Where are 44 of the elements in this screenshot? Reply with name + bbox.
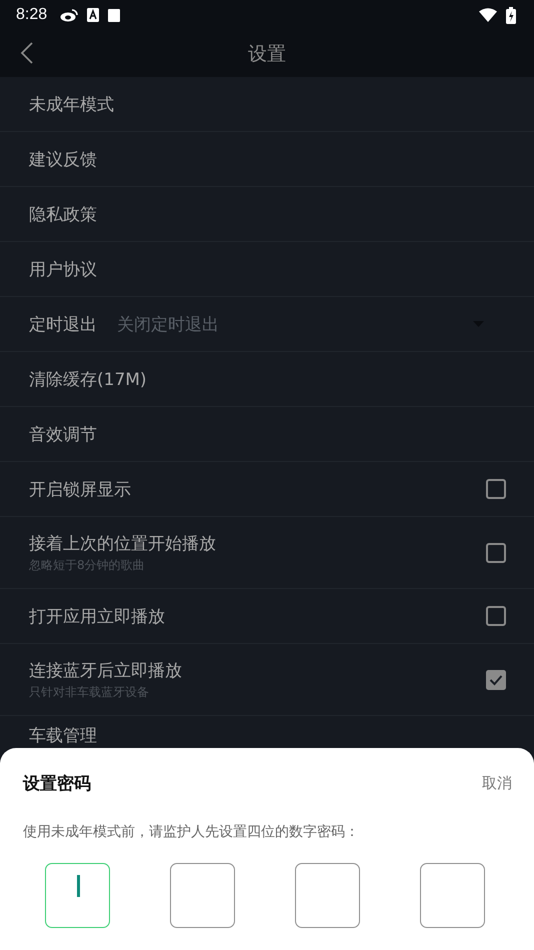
settings-row[interactable]: 清除缓存(17M) [0, 352, 534, 407]
settings-row[interactable]: 建议反馈 [0, 132, 534, 187]
digit-field[interactable] [170, 863, 235, 928]
settings-row[interactable]: 定时退出 关闭定时退出 [0, 297, 534, 352]
row-label: 定时退出 [29, 314, 97, 336]
sheet-title: 设置密码 [23, 773, 91, 795]
row-label: 开启锁屏显示 [29, 478, 131, 500]
row-label: 未成年模式 [29, 94, 114, 116]
row-label: 车载管理 [29, 725, 97, 747]
settings-row[interactable]: 开启锁屏显示 [0, 462, 534, 517]
settings-row[interactable]: 打开应用立即播放 [0, 589, 534, 644]
settings-row[interactable]: 未成年模式 [0, 77, 534, 132]
row-label: 隐私政策 [29, 204, 97, 226]
dropdown-value: 关闭定时退出 [117, 314, 219, 336]
checkbox[interactable] [486, 479, 506, 499]
row-label: 连接蓝牙后立即播放 [29, 660, 182, 682]
digit-field[interactable] [295, 863, 360, 928]
row-label: 清除缓存(17M) [29, 368, 147, 390]
digit-field[interactable] [420, 863, 485, 928]
row-label: 打开应用立即播放 [29, 606, 165, 628]
row-label: 音效调节 [29, 424, 97, 446]
keyboard-letter-icon [87, 8, 100, 22]
settings-row[interactable]: 用户协议 [0, 242, 534, 297]
settings-row[interactable]: 音效调节 [0, 407, 534, 462]
row-label: 接着上次的位置开始播放 [29, 532, 216, 554]
settings-row[interactable]: 连接蓝牙后立即播放 只针对非车载蓝牙设备 [0, 644, 534, 716]
row-subtitle: 只针对非车载蓝牙设备 [29, 684, 150, 700]
sheet-message: 使用未成年模式前，请监护人先设置四位的数字密码： [22, 823, 360, 841]
checkbox[interactable] [486, 606, 506, 626]
battery-charging-icon [506, 6, 516, 24]
square-icon [108, 8, 120, 22]
cancel-button[interactable]: 取消 [482, 774, 512, 793]
digit-field[interactable] [45, 863, 110, 928]
back-icon[interactable] [20, 42, 34, 64]
page-title: 设置 [248, 42, 286, 66]
row-subtitle: 忽略短于8分钟的歌曲 [29, 556, 146, 574]
wifi-icon [479, 8, 497, 22]
checkbox[interactable] [486, 670, 506, 690]
row-label: 用户协议 [29, 258, 97, 280]
row-label: 建议反馈 [29, 148, 97, 170]
clock-time: 8:28 [16, 6, 48, 24]
settings-row[interactable]: 接着上次的位置开始播放 忽略短于8分钟的歌曲 [0, 517, 534, 589]
checkbox[interactable] [486, 542, 506, 562]
settings-row[interactable]: 隐私政策 [0, 187, 534, 242]
